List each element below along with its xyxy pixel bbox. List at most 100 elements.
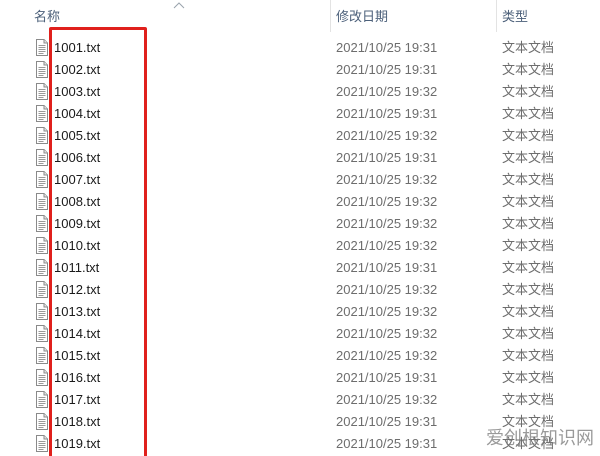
column-header-bar: 名称 修改日期 类型 bbox=[0, 0, 600, 32]
text-file-icon bbox=[36, 193, 48, 210]
file-date-modified: 2021/10/25 19:32 bbox=[336, 128, 438, 143]
file-row[interactable]: 1003.txt 2021/10/25 19:32 文本文档 bbox=[0, 81, 600, 103]
file-row[interactable]: 1009.txt 2021/10/25 19:32 文本文档 bbox=[0, 213, 600, 235]
file-date-modified: 2021/10/25 19:32 bbox=[336, 84, 438, 99]
column-divider[interactable] bbox=[496, 0, 497, 32]
file-name[interactable]: 1017.txt bbox=[54, 389, 100, 411]
file-date-modified: 2021/10/25 19:31 bbox=[336, 40, 438, 55]
file-date-modified: 2021/10/25 19:31 bbox=[336, 414, 438, 429]
file-type: 文本文档 bbox=[502, 106, 555, 121]
text-file-icon bbox=[36, 83, 48, 100]
column-header-type[interactable]: 类型 bbox=[502, 0, 600, 32]
file-row[interactable]: 1001.txt 2021/10/25 19:31 文本文档 bbox=[0, 37, 600, 59]
file-type: 文本文档 bbox=[502, 40, 555, 55]
file-date-modified: 2021/10/25 19:32 bbox=[336, 392, 438, 407]
file-type: 文本文档 bbox=[502, 216, 555, 231]
file-name[interactable]: 1007.txt bbox=[54, 169, 100, 191]
text-file-icon bbox=[36, 127, 48, 144]
file-row[interactable]: 1008.txt 2021/10/25 19:32 文本文档 bbox=[0, 191, 600, 213]
text-file-icon bbox=[36, 259, 48, 276]
file-row[interactable]: 1007.txt 2021/10/25 19:32 文本文档 bbox=[0, 169, 600, 191]
file-name[interactable]: 1016.txt bbox=[54, 367, 100, 389]
file-name[interactable]: 1004.txt bbox=[54, 103, 100, 125]
file-name[interactable]: 1008.txt bbox=[54, 191, 100, 213]
file-type: 文本文档 bbox=[502, 172, 555, 187]
file-name[interactable]: 1006.txt bbox=[54, 147, 100, 169]
file-name[interactable]: 1001.txt bbox=[54, 37, 100, 59]
file-name[interactable]: 1014.txt bbox=[54, 323, 100, 345]
file-name[interactable]: 1019.txt bbox=[54, 433, 100, 455]
file-date-modified: 2021/10/25 19:32 bbox=[336, 326, 438, 341]
column-header-date-modified[interactable]: 修改日期 bbox=[336, 0, 494, 32]
file-name[interactable]: 1015.txt bbox=[54, 345, 100, 367]
file-type: 文本文档 bbox=[502, 392, 555, 407]
file-type: 文本文档 bbox=[502, 304, 555, 319]
file-row[interactable]: 1011.txt 2021/10/25 19:31 文本文档 bbox=[0, 257, 600, 279]
file-name[interactable]: 1009.txt bbox=[54, 213, 100, 235]
file-row[interactable]: 1019.txt 2021/10/25 19:31 文本文档 bbox=[0, 433, 600, 455]
file-date-modified: 2021/10/25 19:31 bbox=[336, 106, 438, 121]
file-row[interactable]: 1014.txt 2021/10/25 19:32 文本文档 bbox=[0, 323, 600, 345]
text-file-icon bbox=[36, 149, 48, 166]
text-file-icon bbox=[36, 435, 48, 452]
file-date-modified: 2021/10/25 19:32 bbox=[336, 282, 438, 297]
file-date-modified: 2021/10/25 19:32 bbox=[336, 348, 438, 363]
file-type: 文本文档 bbox=[502, 128, 555, 143]
file-date-modified: 2021/10/25 19:32 bbox=[336, 304, 438, 319]
file-date-modified: 2021/10/25 19:32 bbox=[336, 216, 438, 231]
file-name[interactable]: 1003.txt bbox=[54, 81, 100, 103]
file-row[interactable]: 1012.txt 2021/10/25 19:32 文本文档 bbox=[0, 279, 600, 301]
file-row[interactable]: 1010.txt 2021/10/25 19:32 文本文档 bbox=[0, 235, 600, 257]
file-type: 文本文档 bbox=[502, 282, 555, 297]
file-name[interactable]: 1012.txt bbox=[54, 279, 100, 301]
text-file-icon bbox=[36, 391, 48, 408]
file-date-modified: 2021/10/25 19:32 bbox=[336, 194, 438, 209]
file-date-modified: 2021/10/25 19:31 bbox=[336, 436, 438, 451]
file-row[interactable]: 1018.txt 2021/10/25 19:31 文本文档 bbox=[0, 411, 600, 433]
text-file-icon bbox=[36, 325, 48, 342]
file-row[interactable]: 1006.txt 2021/10/25 19:31 文本文档 bbox=[0, 147, 600, 169]
file-row[interactable]: 1005.txt 2021/10/25 19:32 文本文档 bbox=[0, 125, 600, 147]
file-row[interactable]: 1013.txt 2021/10/25 19:32 文本文档 bbox=[0, 301, 600, 323]
text-file-icon bbox=[36, 303, 48, 320]
file-name[interactable]: 1002.txt bbox=[54, 59, 100, 81]
file-row[interactable]: 1002.txt 2021/10/25 19:31 文本文档 bbox=[0, 59, 600, 81]
text-file-icon bbox=[36, 105, 48, 122]
file-type: 文本文档 bbox=[502, 238, 555, 253]
file-type: 文本文档 bbox=[502, 62, 555, 77]
column-divider[interactable] bbox=[330, 0, 331, 32]
file-type: 文本文档 bbox=[502, 414, 555, 429]
file-name[interactable]: 1005.txt bbox=[54, 125, 100, 147]
file-type: 文本文档 bbox=[502, 194, 555, 209]
text-file-icon bbox=[36, 347, 48, 364]
file-date-modified: 2021/10/25 19:32 bbox=[336, 172, 438, 187]
file-date-modified: 2021/10/25 19:31 bbox=[336, 62, 438, 77]
text-file-icon bbox=[36, 39, 48, 56]
file-name[interactable]: 1018.txt bbox=[54, 411, 100, 433]
file-date-modified: 2021/10/25 19:31 bbox=[336, 260, 438, 275]
file-type: 文本文档 bbox=[502, 326, 555, 341]
file-name[interactable]: 1010.txt bbox=[54, 235, 100, 257]
text-file-icon bbox=[36, 237, 48, 254]
text-file-icon bbox=[36, 413, 48, 430]
file-type: 文本文档 bbox=[502, 84, 555, 99]
file-type: 文本文档 bbox=[502, 348, 555, 363]
file-type: 文本文档 bbox=[502, 150, 555, 165]
file-row[interactable]: 1017.txt 2021/10/25 19:32 文本文档 bbox=[0, 389, 600, 411]
file-date-modified: 2021/10/25 19:32 bbox=[336, 238, 438, 253]
file-name[interactable]: 1011.txt bbox=[54, 257, 99, 279]
file-type: 文本文档 bbox=[502, 370, 555, 385]
text-file-icon bbox=[36, 171, 48, 188]
file-type: 文本文档 bbox=[502, 260, 555, 275]
text-file-icon bbox=[36, 61, 48, 78]
file-date-modified: 2021/10/25 19:31 bbox=[336, 370, 438, 385]
file-row[interactable]: 1004.txt 2021/10/25 19:31 文本文档 bbox=[0, 103, 600, 125]
file-type: 文本文档 bbox=[502, 436, 555, 451]
file-list: 1001.txt 2021/10/25 19:31 文本文档 1002.txt 2021… bbox=[0, 37, 600, 455]
file-name[interactable]: 1013.txt bbox=[54, 301, 100, 323]
file-row[interactable]: 1016.txt 2021/10/25 19:31 文本文档 bbox=[0, 367, 600, 389]
text-file-icon bbox=[36, 369, 48, 386]
file-row[interactable]: 1015.txt 2021/10/25 19:32 文本文档 bbox=[0, 345, 600, 367]
column-header-name[interactable]: 名称 bbox=[34, 0, 330, 32]
file-date-modified: 2021/10/25 19:31 bbox=[336, 150, 438, 165]
